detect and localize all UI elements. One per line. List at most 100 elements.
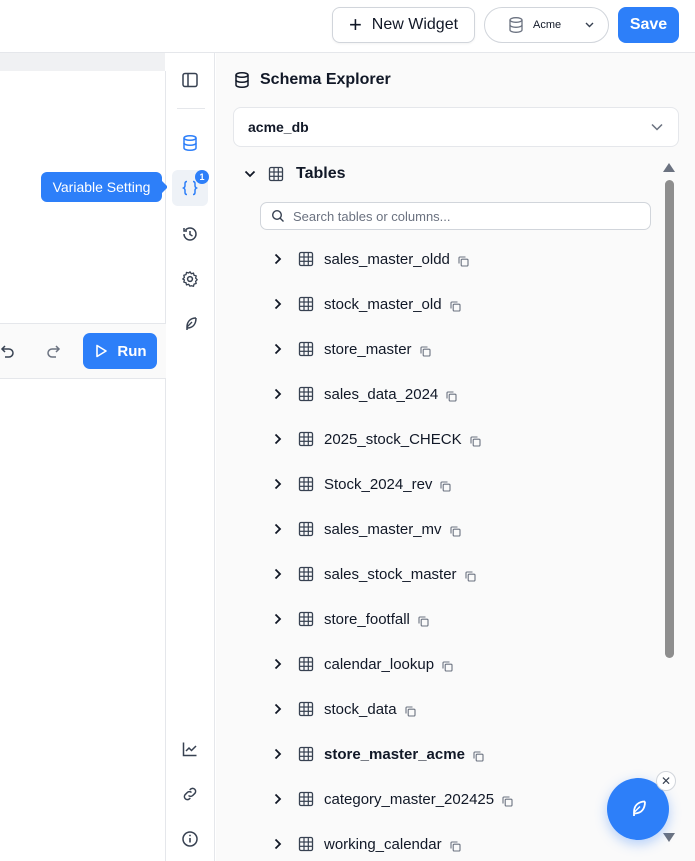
database-dropdown[interactable]: acme_db — [233, 107, 679, 147]
table-row[interactable]: store_footfall — [273, 607, 429, 631]
chevron-right-icon[interactable] — [273, 568, 283, 580]
scroll-down-arrow[interactable] — [663, 833, 675, 842]
table-row[interactable]: sales_master_oldd — [273, 247, 469, 271]
history-button[interactable] — [167, 219, 213, 249]
panel-toggle-icon — [182, 72, 198, 88]
save-button[interactable]: Save — [618, 7, 679, 43]
table-row[interactable]: store_master_acme — [273, 742, 484, 766]
schema-explorer-button[interactable] — [167, 128, 213, 158]
table-grid-icon — [298, 656, 314, 672]
scroll-up-arrow[interactable] — [663, 163, 675, 172]
close-icon[interactable]: ✕ — [656, 771, 676, 791]
table-row[interactable]: category_master_202425 — [273, 787, 513, 811]
table-row[interactable]: stock_master_old — [273, 292, 461, 316]
copy-icon[interactable] — [440, 480, 451, 492]
redo-icon[interactable] — [46, 343, 62, 359]
chevron-right-icon[interactable] — [273, 433, 283, 445]
table-search-input[interactable]: Search tables or columns... — [260, 202, 651, 230]
chevron-right-icon[interactable] — [273, 523, 283, 535]
variable-setting-tooltip: Variable Setting — [41, 172, 168, 202]
table-row[interactable]: stock_data — [273, 697, 416, 721]
table-name: store_master — [324, 340, 412, 358]
history-icon — [183, 227, 197, 241]
table-name: sales_master_oldd — [324, 250, 450, 268]
database-icon — [235, 71, 249, 89]
rail-divider — [177, 108, 205, 109]
undo-icon[interactable] — [0, 343, 14, 359]
table-grid-icon — [298, 701, 314, 717]
table-row[interactable]: Stock_2024_rev — [273, 472, 451, 496]
chevron-right-icon[interactable] — [273, 658, 283, 670]
new-widget-button[interactable]: + New Widget — [332, 7, 475, 43]
chevron-right-icon[interactable] — [273, 793, 283, 805]
tables-section-header[interactable]: Tables — [244, 165, 346, 183]
feather-icon — [186, 317, 197, 330]
database-selector[interactable]: Acme — [484, 7, 609, 43]
database-icon — [509, 17, 523, 33]
chevron-right-icon[interactable] — [273, 388, 283, 400]
chevron-right-icon[interactable] — [273, 253, 283, 265]
table-row[interactable]: calendar_lookup — [273, 652, 453, 676]
schema-explorer-header: Schema Explorer — [234, 71, 391, 89]
schema-explorer-title: Schema Explorer — [260, 71, 391, 88]
schema-explorer-panel: Schema Explorer acme_db Tables Search ta… — [216, 53, 695, 861]
chevron-down-icon — [651, 123, 663, 131]
chevron-right-icon[interactable] — [273, 298, 283, 310]
table-row[interactable]: sales_master_mv — [273, 517, 461, 541]
copy-icon[interactable] — [418, 615, 429, 627]
table-grid-icon — [298, 611, 314, 627]
database-icon — [183, 134, 197, 152]
run-button[interactable]: Run — [83, 333, 157, 369]
info-icon — [182, 831, 198, 847]
table-grid-icon — [298, 521, 314, 537]
panel-toggle-button[interactable] — [167, 65, 213, 95]
chevron-right-icon[interactable] — [273, 343, 283, 355]
table-row[interactable]: working_calendar — [273, 832, 461, 856]
table-name: stock_data — [324, 700, 397, 718]
copy-icon[interactable] — [465, 570, 476, 582]
chart-icon — [182, 742, 197, 757]
copy-icon[interactable] — [419, 345, 431, 357]
copy-icon[interactable] — [442, 660, 453, 672]
search-icon — [271, 209, 284, 222]
table-row[interactable]: sales_stock_master — [273, 562, 476, 586]
chart-button[interactable] — [167, 734, 213, 764]
database-selector-value: Acme — [533, 19, 562, 31]
feather-button[interactable] — [167, 309, 213, 339]
table-row[interactable]: sales_data_2024 — [273, 382, 457, 406]
copy-icon[interactable] — [473, 750, 484, 762]
info-button[interactable] — [167, 824, 213, 854]
table-grid-icon — [298, 836, 314, 852]
copy-icon[interactable] — [450, 300, 461, 312]
table-row[interactable]: 2025_stock_CHECK — [273, 427, 481, 451]
table-grid-icon — [298, 431, 314, 447]
copy-icon[interactable] — [470, 435, 481, 447]
table-grid-icon — [298, 386, 314, 402]
play-icon — [96, 344, 108, 358]
table-grid-icon — [298, 341, 314, 357]
chevron-right-icon[interactable] — [273, 838, 283, 850]
new-widget-label: New Widget — [371, 16, 459, 33]
scrollbar-thumb[interactable] — [665, 180, 674, 658]
copy-icon[interactable] — [449, 525, 461, 537]
copy-icon[interactable] — [404, 705, 416, 717]
copy-icon[interactable] — [446, 390, 457, 402]
chevron-right-icon[interactable] — [273, 613, 283, 625]
feather-icon — [633, 800, 646, 816]
chevron-down-icon — [585, 22, 594, 28]
table-name: 2025_stock_CHECK — [324, 430, 462, 448]
chevron-right-icon[interactable] — [273, 478, 283, 490]
chevron-right-icon[interactable] — [273, 703, 283, 715]
settings-button[interactable] — [167, 264, 213, 294]
table-row[interactable]: store_master — [273, 337, 431, 361]
copy-icon[interactable] — [458, 255, 469, 267]
chevron-right-icon[interactable] — [273, 748, 283, 760]
table-grid-icon — [298, 251, 314, 267]
link-button[interactable] — [167, 779, 213, 809]
editor-header-strip — [0, 53, 165, 71]
table-name: stock_master_old — [324, 295, 442, 313]
copy-icon[interactable] — [502, 795, 513, 807]
settings-gear-icon — [182, 271, 198, 287]
copy-icon[interactable] — [450, 840, 461, 852]
table-search-placeholder: Search tables or columns... — [293, 208, 451, 224]
